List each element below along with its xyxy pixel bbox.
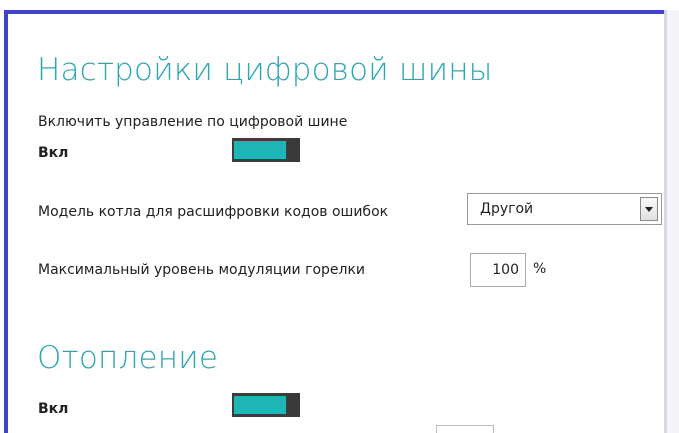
heating-section-title: Отопление — [37, 340, 219, 376]
digital-bus-state-label: Вкл — [38, 145, 69, 161]
chevron-down-icon — [645, 207, 653, 212]
dropdown-button[interactable] — [640, 197, 658, 221]
toggle-thumb[interactable] — [288, 393, 300, 417]
boiler-model-label: Модель котла для расшифровки кодов ошибо… — [38, 204, 389, 220]
digital-bus-enable-label: Включить управление по цифровой шине — [38, 114, 348, 130]
toggle-track — [234, 141, 286, 159]
window-border-left — [4, 10, 8, 433]
boiler-model-selected-value: Другой — [480, 201, 534, 217]
max-modulation-input[interactable] — [470, 253, 526, 287]
max-modulation-label: Максимальный уровень модуляции горелки — [38, 262, 366, 278]
digital-bus-toggle[interactable] — [232, 138, 300, 162]
window-border-outer — [667, 10, 679, 433]
window-border-top — [4, 10, 666, 14]
heating-toggle[interactable] — [232, 393, 300, 417]
toggle-track — [234, 396, 286, 414]
boiler-model-select[interactable]: Другой — [467, 193, 662, 225]
toggle-thumb[interactable] — [288, 138, 300, 162]
heating-partial-input[interactable] — [436, 425, 494, 433]
digital-bus-section-title: Настройки цифровой шины — [37, 52, 493, 88]
max-modulation-unit: % — [533, 261, 547, 277]
heating-state-label: Вкл — [38, 401, 69, 417]
settings-window: Настройки цифровой шины Включить управле… — [0, 0, 679, 433]
